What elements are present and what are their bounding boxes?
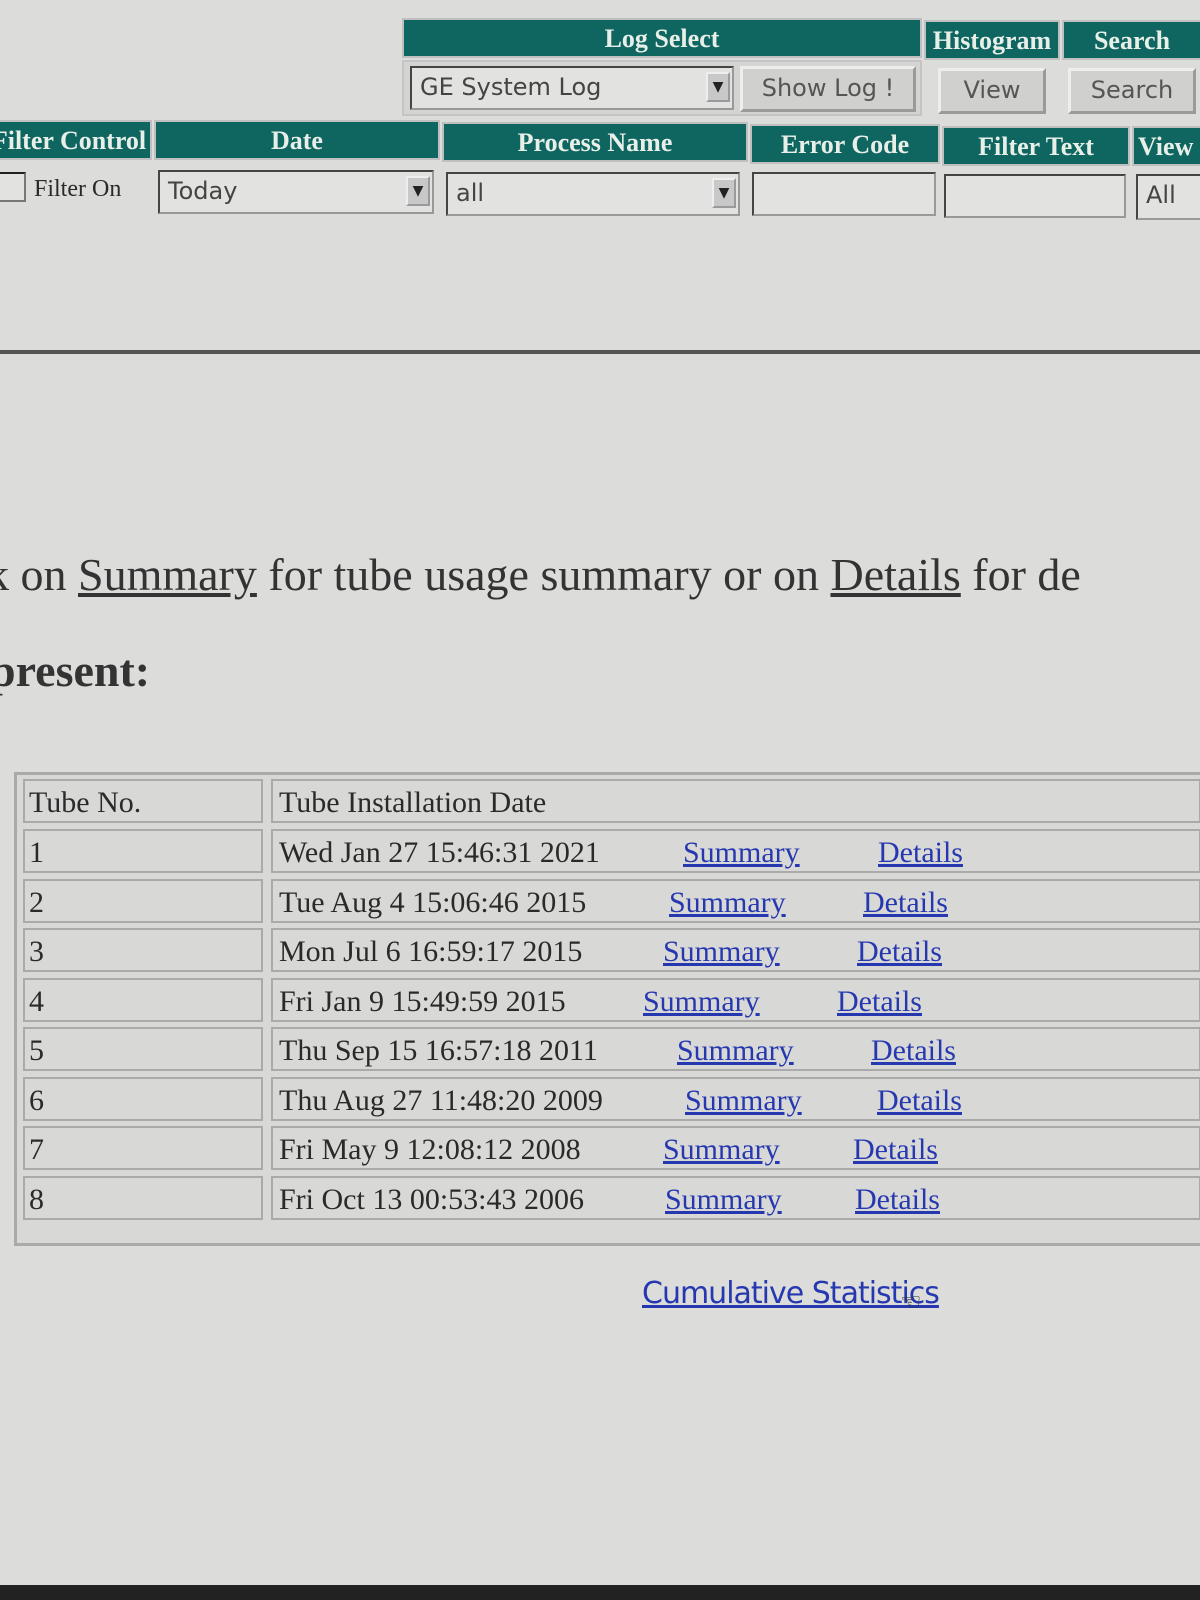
details-link[interactable]: Details: [863, 881, 948, 925]
tube-no: 4: [23, 977, 263, 1022]
installation-date-cell: Thu Aug 27 11:48:20 2009 Summary Details: [271, 1076, 1200, 1123]
process-value: all: [456, 179, 485, 207]
present-heading: present:: [0, 645, 151, 696]
process-name-header: Process Name: [442, 122, 748, 162]
summary-link[interactable]: Summary: [685, 1079, 802, 1123]
summary-link[interactable]: Summary: [669, 881, 786, 925]
intro-prefix: k on: [0, 549, 67, 600]
search-header: Search: [1062, 20, 1200, 60]
view-header: View: [1132, 126, 1200, 166]
summary-link[interactable]: Summary: [665, 1178, 782, 1222]
installation-date: Fri Oct 13 00:53:43 2006: [279, 1182, 584, 1216]
header-tube-no: Tube No.: [23, 779, 263, 823]
tube-no: 6: [23, 1076, 263, 1121]
tube-no: 2: [23, 878, 263, 923]
installation-date-cell: Tue Aug 4 15:06:46 2015 Summary Details: [271, 878, 1200, 925]
details-link[interactable]: Details: [871, 1029, 956, 1073]
installation-date-cell: Fri Oct 13 00:53:43 2006 Summary Details: [271, 1175, 1200, 1222]
installation-date: Thu Sep 15 16:57:18 2011: [279, 1034, 598, 1067]
process-name-dropdown[interactable]: all ▼: [446, 172, 740, 216]
intro-summary-link[interactable]: Summary: [78, 549, 257, 600]
summary-link[interactable]: Summary: [643, 980, 760, 1024]
chevron-down-icon[interactable]: ▼: [406, 176, 430, 206]
tube-no: 7: [23, 1126, 263, 1170]
summary-link[interactable]: Summary: [683, 831, 800, 875]
summary-link[interactable]: Summary: [663, 930, 780, 974]
details-link[interactable]: Details: [877, 1079, 962, 1123]
log-select-dropdown[interactable]: GE System Log ▼: [410, 66, 734, 110]
summary-link[interactable]: Summary: [677, 1029, 794, 1073]
tube-no: 5: [23, 1027, 263, 1071]
filter-on-label: Filter On: [34, 176, 122, 202]
date-value: Today: [168, 177, 238, 205]
summary-link[interactable]: Summary: [663, 1128, 780, 1172]
view-dropdown[interactable]: All: [1136, 174, 1200, 220]
view-value: All: [1146, 181, 1176, 209]
log-select-value: GE System Log: [420, 73, 602, 101]
installation-date-cell: Mon Jul 6 16:59:17 2015 Summary Details: [271, 928, 1200, 972]
installation-date: Thu Aug 27 11:48:20 2009: [279, 1083, 603, 1117]
installation-date: Mon Jul 6 16:59:17 2015: [279, 935, 583, 968]
filter-text-header: Filter Text: [942, 126, 1130, 166]
tube-no: 8: [23, 1175, 263, 1220]
chevron-down-icon[interactable]: ▼: [712, 178, 736, 208]
intro-middle: for tube usage summary or on: [256, 549, 831, 600]
intro-suffix: for de: [960, 549, 1081, 600]
installation-date-cell: Wed Jan 27 15:46:31 2021 Summary Details: [271, 829, 1200, 873]
search-button[interactable]: Search: [1068, 68, 1196, 114]
installation-date: Tue Aug 4 15:06:46 2015: [279, 885, 587, 919]
cumulative-statistics-link[interactable]: Cumulative Statistics: [642, 1276, 940, 1311]
show-log-button[interactable]: Show Log !: [740, 66, 916, 112]
histogram-header: Histogram: [924, 20, 1060, 60]
header-installation-date: Tube Installation Date: [271, 779, 1200, 823]
installation-date: Fri Jan 9 15:49:59 2015: [279, 984, 566, 1018]
details-link[interactable]: Details: [853, 1128, 938, 1172]
details-link[interactable]: Details: [857, 930, 942, 974]
intro-text: k on Summary for tube usage summary or o…: [0, 548, 1081, 601]
log-select-header: Log Select: [402, 18, 922, 58]
filter-control-header: Filter Control: [0, 120, 152, 160]
details-link[interactable]: Details: [855, 1178, 940, 1222]
hand-cursor-icon: ☜: [900, 1290, 922, 1316]
date-header: Date: [154, 120, 440, 160]
chevron-down-icon[interactable]: ▼: [706, 72, 730, 102]
filter-text-input[interactable]: [944, 174, 1126, 218]
error-code-header: Error Code: [750, 124, 940, 164]
details-link[interactable]: Details: [878, 831, 963, 875]
tube-no: 1: [23, 829, 263, 873]
details-link[interactable]: Details: [837, 980, 922, 1024]
histogram-view-button[interactable]: View: [938, 68, 1046, 114]
installation-date: Fri May 9 12:08:12 2008: [279, 1133, 581, 1166]
filter-on-checkbox[interactable]: [0, 172, 26, 202]
installation-date-cell: Fri Jan 9 15:49:59 2015 Summary Details: [271, 977, 1200, 1024]
tube-table: Tube No. Tube Installation Date 1 Wed Ja…: [14, 772, 1200, 1246]
intro-details-link[interactable]: Details: [830, 549, 960, 600]
divider: [0, 350, 1200, 354]
installation-date: Wed Jan 27 15:46:31 2021: [279, 836, 600, 869]
installation-date-cell: Fri May 9 12:08:12 2008 Summary Details: [271, 1126, 1200, 1170]
installation-date-cell: Thu Sep 15 16:57:18 2011 Summary Details: [271, 1027, 1200, 1071]
tube-no: 3: [23, 928, 263, 972]
date-dropdown[interactable]: Today ▼: [158, 170, 434, 214]
screen-bezel: [0, 1585, 1200, 1600]
error-code-input[interactable]: [752, 172, 936, 216]
